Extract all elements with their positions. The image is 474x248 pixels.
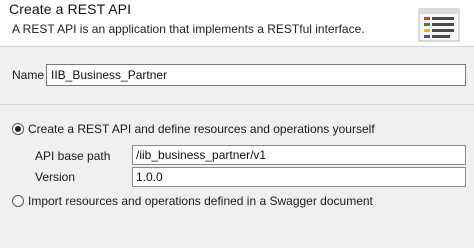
define-yourself-radio[interactable]: [12, 123, 24, 135]
import-swagger-label[interactable]: Import resources and operations defined …: [28, 194, 373, 208]
name-label: Name: [12, 68, 45, 82]
api-base-path-input[interactable]: [132, 145, 466, 165]
separator: [0, 104, 474, 105]
version-input[interactable]: [132, 167, 466, 187]
name-input[interactable]: [46, 64, 466, 86]
import-swagger-radio[interactable]: [12, 195, 24, 207]
wizard-banner-icon: [418, 8, 460, 42]
page-description: A REST API is an application that implem…: [12, 22, 365, 36]
version-label: Version: [35, 170, 76, 184]
wizard-header: Create a REST API A REST API is an appli…: [0, 0, 474, 47]
page-title: Create a REST API: [9, 1, 132, 17]
api-base-path-label: API base path: [35, 149, 111, 163]
define-yourself-label[interactable]: Create a REST API and define resources a…: [28, 122, 375, 136]
